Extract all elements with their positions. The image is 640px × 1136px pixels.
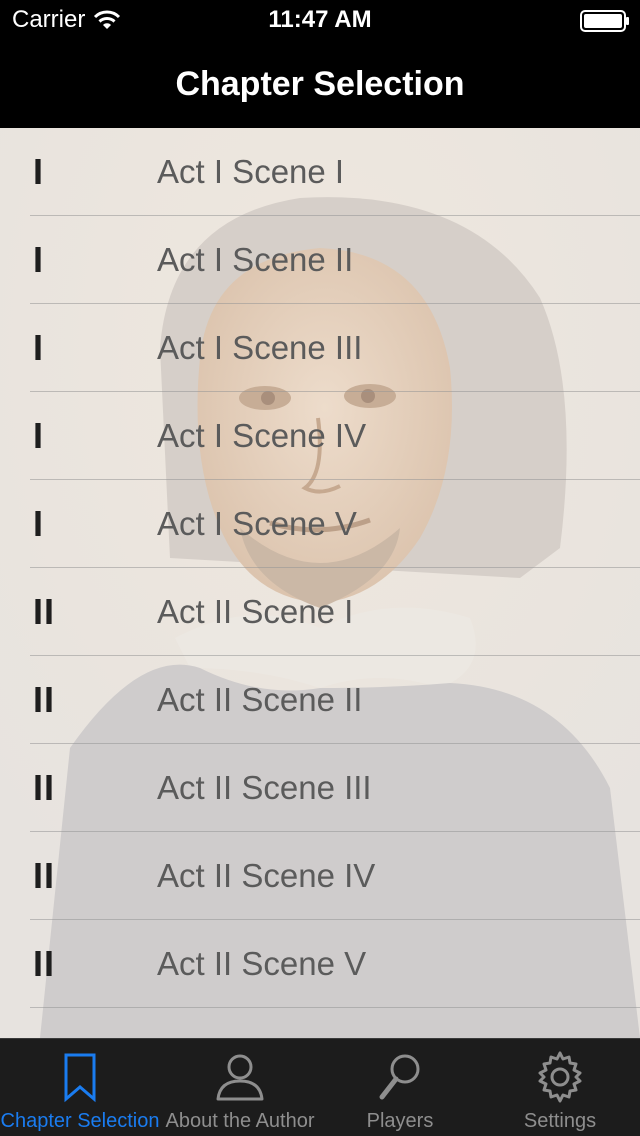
scene-title: Act I Scene I [157,153,345,190]
scene-title: Act I Scene V [157,505,357,542]
tab-settings[interactable]: Settings [480,1039,640,1136]
scene-title: Act II Scene III [157,769,372,806]
tab-label: Settings [523,1110,597,1132]
chapter-row[interactable]: I Act I Scene IV [0,392,640,480]
gear-icon [538,1051,582,1103]
tab-label: Chapter Selection [0,1110,160,1132]
scene-title: Act II Scene IV [157,857,376,894]
act-numeral: I [33,239,45,280]
act-numeral: I [33,151,45,192]
tab-chapter-selection[interactable]: Chapter Selection [0,1039,160,1136]
act-numeral: II [33,943,56,984]
chapter-row[interactable]: I Act I Scene III [0,304,640,392]
chapter-list-container[interactable]: I Act I Scene I I Act I Scene II I Act I… [0,128,640,1038]
scene-title: Act II Scene I [157,593,354,630]
tab-label: Players [366,1110,434,1132]
magnifier-icon [379,1054,420,1100]
act-numeral: I [33,327,45,368]
chapter-row[interactable]: II Act II Scene II [0,656,640,744]
page-title: Chapter Selection [175,64,465,103]
scene-title: Act I Scene II [157,241,354,278]
navigation-bar: Chapter Selection [0,40,640,128]
chapter-row[interactable]: II Act II Scene I [0,568,640,656]
act-numeral: II [33,679,56,720]
chapter-row[interactable]: II Act II Scene III [0,744,640,832]
chapter-row[interactable]: I Act I Scene V [0,480,640,568]
tab-about-the-author[interactable]: About the Author [160,1039,320,1136]
chapter-row[interactable]: II Act II Scene V [0,920,640,1008]
person-icon [216,1054,264,1101]
chapter-row[interactable]: I Act I Scene I [0,128,640,216]
battery-icon [580,10,629,32]
app-screen: Carrier 11:47 AM Chapter Selection I Act… [0,0,640,1136]
tab-label: About the Author [165,1110,315,1132]
bookmark-icon [64,1053,96,1103]
act-numeral: II [33,591,56,632]
chapter-list: I Act I Scene I I Act I Scene II I Act I… [0,128,640,1008]
status-bar: Carrier 11:47 AM [0,0,640,40]
scene-title: Act II Scene II [157,681,363,718]
status-time: 11:47 AM [268,6,372,33]
chapter-row[interactable]: I Act I Scene II [0,216,640,304]
tab-players[interactable]: Players [320,1039,480,1136]
scene-title: Act I Scene IV [157,417,367,454]
act-numeral: I [33,503,45,544]
act-numeral: II [33,767,56,808]
chapter-row[interactable]: II Act II Scene IV [0,832,640,920]
scene-title: Act I Scene III [157,329,363,366]
act-numeral: I [33,415,45,456]
act-numeral: II [33,855,56,896]
tab-bar: Chapter Selection About the Author Playe… [0,1038,640,1136]
scene-title: Act II Scene V [157,945,367,982]
